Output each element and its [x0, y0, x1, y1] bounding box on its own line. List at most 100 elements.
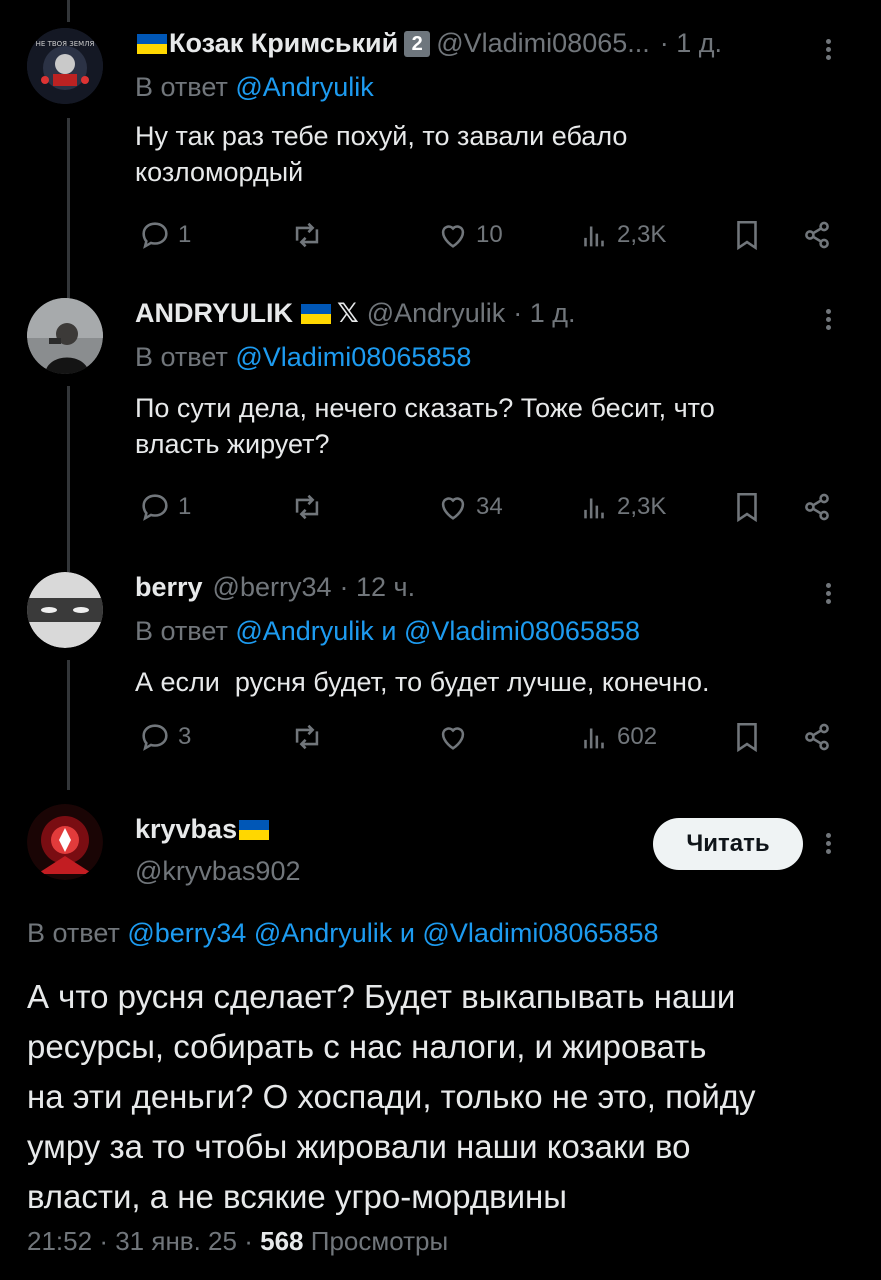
mention-link[interactable]: @Vladimi08065858: [235, 342, 471, 372]
like-icon: [441, 497, 465, 520]
share-button[interactable]: [800, 720, 834, 754]
post-time[interactable]: · 1 д.: [513, 298, 575, 329]
thread-line: [67, 118, 70, 298]
retweet-icon: [295, 222, 319, 248]
like-icon: [441, 225, 465, 248]
post-time[interactable]: · 1 д.: [660, 28, 722, 59]
retweet-button[interactable]: [290, 218, 324, 252]
views-icon: [584, 498, 604, 519]
reply-and: и: [399, 918, 415, 948]
x-verified-icon: 𝕏: [337, 298, 359, 328]
author-name[interactable]: ANDRYULIK: [135, 298, 293, 329]
reply-prefix: В ответ: [27, 918, 120, 948]
share-button[interactable]: [800, 490, 834, 524]
text-line: По сути дела, нечего сказать? Тоже бесит…: [135, 393, 715, 423]
author-name[interactable]: Козак Кримський: [169, 28, 398, 59]
svg-text:НЕ ТВОЯ ЗЕМЛЯ: НЕ ТВОЯ ЗЕМЛЯ: [36, 40, 95, 48]
like-icon: [441, 727, 465, 750]
views-label: Просмотры: [310, 1226, 449, 1256]
reply-count: 3: [178, 723, 192, 750]
reply-prefix: В ответ: [135, 342, 228, 372]
bookmark-icon: [737, 492, 757, 523]
reply-to-line: В ответ @berry34 @Andryulik и @Vladimi08…: [27, 918, 659, 949]
reply-text: По сути дела, нечего сказать? Тоже бесит…: [135, 390, 835, 462]
post-time[interactable]: · 12 ч.: [340, 572, 416, 603]
text-line: ресурсы, собирать с нас налоги, и жирова…: [27, 1028, 707, 1065]
reply-count: 1: [178, 221, 192, 248]
text-line: власти, а не всякие угро-мордвины: [27, 1178, 567, 1215]
more-icon[interactable]: [826, 306, 831, 333]
mention-link[interactable]: @Andryulik: [235, 72, 373, 102]
share-icon: [805, 221, 829, 249]
avatar[interactable]: [27, 298, 103, 374]
reply-header: ANDRYULIK 𝕏 @Andryulik · 1 д.: [135, 298, 576, 329]
avatar[interactable]: [27, 804, 103, 880]
reply-icon: [142, 222, 168, 249]
thread-line: [67, 386, 70, 572]
bookmark-icon: [737, 220, 757, 251]
text-line: власть жирует?: [135, 429, 330, 459]
reply-button[interactable]: 3: [138, 720, 191, 754]
badge-icon: 2: [404, 30, 431, 57]
author-name[interactable]: berry: [135, 572, 203, 603]
reply-to-line: В ответ @Andryulik и @Vladimi08065858: [135, 616, 640, 647]
more-icon[interactable]: [826, 36, 831, 63]
like-count: 34: [476, 493, 503, 520]
action-bar: 1 34 2,3K: [0, 490, 881, 530]
text-line: на эти деньги? О хоспади, только не это,…: [27, 1078, 756, 1115]
mention-link[interactable]: @Vladimi08065858: [404, 616, 640, 646]
mention-link[interactable]: @berry34: [127, 918, 246, 948]
reply-icon: [142, 724, 168, 751]
text-line: А что русня сделает? Будет выкапывать на…: [27, 978, 736, 1015]
share-icon: [805, 723, 829, 751]
reply-prefix: В ответ: [135, 72, 228, 102]
retweet-button[interactable]: [290, 490, 324, 524]
like-button[interactable]: 34: [436, 490, 503, 524]
avatar[interactable]: [27, 572, 103, 648]
views-count: 568: [260, 1226, 304, 1256]
author-handle[interactable]: @berry34: [213, 572, 332, 603]
views-button[interactable]: 2,3K: [577, 490, 666, 524]
reply-button[interactable]: 1: [138, 218, 191, 252]
reply-text: Ну так раз тебе похуй, то завали ебало к…: [135, 118, 835, 190]
bookmark-button[interactable]: [730, 720, 764, 754]
bookmark-button[interactable]: [730, 218, 764, 252]
more-icon[interactable]: [826, 580, 831, 607]
bookmark-icon: [737, 722, 757, 753]
post-time[interactable]: 21:52: [27, 1226, 92, 1256]
reply-button[interactable]: 1: [138, 490, 191, 524]
author-name[interactable]: kryvbas: [135, 814, 237, 845]
views-count: 2,3K: [617, 221, 667, 248]
ukraine-flag-icon: [137, 33, 167, 54]
views-icon: [584, 226, 604, 247]
reply-and: и: [381, 616, 397, 646]
mention-link[interactable]: @Andryulik: [235, 616, 373, 646]
action-bar: 1 10 2,3K: [0, 218, 881, 258]
reply-to-line: В ответ @Vladimi08065858: [135, 342, 471, 373]
views-button[interactable]: 2,3K: [577, 218, 666, 252]
reply-prefix: В ответ: [135, 616, 228, 646]
more-icon[interactable]: [826, 830, 831, 857]
bookmark-button[interactable]: [730, 490, 764, 524]
action-bar: 3 602: [0, 720, 881, 760]
author-handle[interactable]: @kryvbas902: [135, 856, 300, 887]
post-text: А что русня сделает? Будет выкапывать на…: [27, 972, 857, 1222]
like-button[interactable]: [436, 720, 470, 754]
retweet-button[interactable]: [290, 720, 324, 754]
thread-line: [67, 0, 70, 22]
post-date[interactable]: 31 янв. 25: [115, 1226, 237, 1256]
views-count: 602: [617, 723, 658, 750]
views-button[interactable]: 602: [577, 720, 657, 754]
views-count: 2,3K: [617, 493, 667, 520]
reply-icon: [142, 494, 168, 521]
share-button[interactable]: [800, 218, 834, 252]
text-line: умру за то чтобы жировали наши козаки во: [27, 1128, 691, 1165]
follow-button[interactable]: Читать: [653, 818, 803, 870]
author-handle[interactable]: @Vladimi08065...: [436, 28, 650, 59]
like-button[interactable]: 10: [436, 218, 503, 252]
text-line: Ну так раз тебе похуй, то завали ебало: [135, 121, 628, 151]
mention-link[interactable]: @Andryulik: [254, 918, 392, 948]
avatar[interactable]: НЕ ТВОЯ ЗЕМЛЯ: [27, 28, 103, 104]
author-handle[interactable]: @Andryulik: [367, 298, 505, 329]
mention-link[interactable]: @Vladimi08065858: [422, 918, 658, 948]
